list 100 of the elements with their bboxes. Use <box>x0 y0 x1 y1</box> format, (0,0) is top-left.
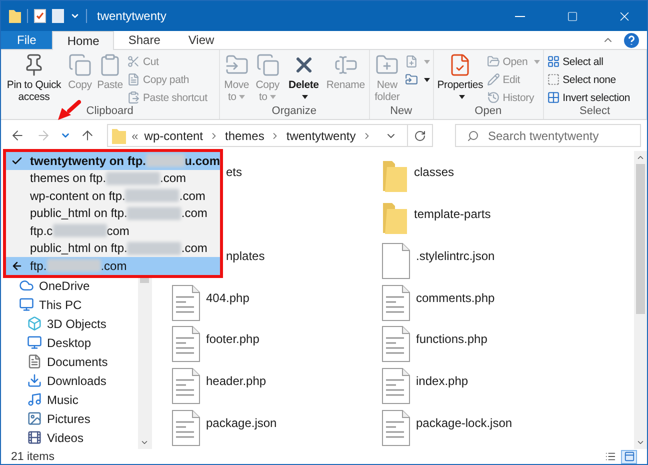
ribbon-button[interactable]: Properties <box>436 52 485 103</box>
refresh-icon <box>414 130 426 142</box>
file-name[interactable]: footer.php <box>206 332 260 346</box>
copy-icon <box>256 53 280 77</box>
cloud-icon <box>19 278 34 293</box>
text-file-icon <box>172 284 200 321</box>
ribbon-button[interactable]: Invert selection <box>546 89 632 106</box>
pencil-icon <box>486 73 500 86</box>
back-arrow-icon <box>11 260 23 272</box>
sidebar-item[interactable]: This PC <box>1 295 138 314</box>
text-file-icon <box>172 368 200 404</box>
file-name[interactable]: template-parts <box>414 206 491 221</box>
history-menu-item[interactable]: ftp.c com <box>6 222 220 240</box>
film-icon <box>27 430 42 445</box>
breadcrumb[interactable]: themes <box>225 128 264 142</box>
file-name[interactable]: package.json <box>206 416 277 430</box>
ribbon-tab[interactable]: File <box>1 31 52 49</box>
group-label: Organize <box>272 105 316 119</box>
back-icon <box>10 128 26 143</box>
sidebar-item[interactable]: Desktop <box>1 333 138 352</box>
desktop-icon <box>27 335 42 350</box>
breadcrumb[interactable]: wp-content <box>144 128 203 142</box>
sidebar-item[interactable]: Videos <box>1 428 138 447</box>
search-field[interactable]: Search twentytwenty <box>455 124 641 147</box>
annotation-arrow <box>57 100 81 121</box>
redacted-block <box>127 206 182 220</box>
folder-link-icon <box>404 73 418 86</box>
scrollbar[interactable] <box>634 151 647 449</box>
breadcrumb[interactable]: twentytwenty <box>286 128 356 142</box>
group-label: Clipboard <box>86 105 134 119</box>
text-file-icon <box>382 410 410 446</box>
item-count: 21 items <box>11 450 54 462</box>
file-name[interactable]: header.php <box>206 374 266 388</box>
scroll-down-icon[interactable] <box>636 438 645 447</box>
folder-open-icon <box>486 55 500 68</box>
file-name[interactable]: .stylelintrc.json <box>416 248 495 263</box>
redacted-block <box>52 224 107 238</box>
redacted-block <box>46 259 101 272</box>
scissors-icon <box>127 55 140 68</box>
caret-icon[interactable] <box>70 11 80 21</box>
ribbon-tab[interactable]: View <box>174 31 228 49</box>
check-icon <box>11 155 23 167</box>
search-icon <box>467 130 479 142</box>
dashed-square-icon <box>546 73 560 86</box>
redacted-block <box>125 189 180 202</box>
sidebar-item[interactable]: Music <box>1 390 138 409</box>
ribbon-button[interactable]: Delete <box>284 52 324 103</box>
redacted-block <box>146 154 185 168</box>
ribbon-button[interactable]: Pin to Quick access <box>3 52 65 103</box>
view-button[interactable] <box>621 450 637 464</box>
address-bar[interactable]: « wp-content themes twentytwenty <box>106 124 433 147</box>
blank-file-icon <box>382 242 410 279</box>
document-icon <box>27 354 42 369</box>
file-name[interactable]: ets <box>226 165 242 179</box>
history-menu-item[interactable]: public_html on ftp. .com <box>6 204 220 222</box>
history-menu-item[interactable]: ftp. .com <box>6 257 220 274</box>
group-label: Open <box>474 105 502 119</box>
document-icon <box>127 73 140 86</box>
file-name[interactable]: index.php <box>416 374 468 388</box>
text-file-icon <box>172 326 200 362</box>
tiles-view-icon <box>624 451 634 462</box>
cube-icon <box>27 316 42 331</box>
scrollbar-thumb[interactable] <box>636 164 645 314</box>
sidebar-item[interactable]: Pictures <box>1 409 138 428</box>
breadcrumb-overflow[interactable]: « <box>132 128 138 142</box>
scroll-down-icon[interactable] <box>140 438 149 447</box>
ribbon-button[interactable]: Select all <box>546 53 632 70</box>
sidebar-item[interactable]: Downloads <box>1 371 138 390</box>
maximize-icon <box>566 10 578 22</box>
file-name[interactable]: nplates <box>226 248 265 263</box>
file-name[interactable]: package-lock.json <box>416 416 512 430</box>
forward-icon <box>36 128 51 143</box>
history-menu-item[interactable]: wp-content on ftp. .com <box>6 187 220 204</box>
ribbon-button[interactable]: Select none <box>546 71 632 88</box>
file-name[interactable]: 404.php <box>206 290 250 305</box>
ribbon-tab[interactable]: Share <box>114 31 174 49</box>
grid-icon <box>546 91 560 104</box>
file-name[interactable]: functions.php <box>416 332 488 346</box>
group-label: Select <box>580 105 610 119</box>
help-icon[interactable] <box>624 32 639 48</box>
text-file-icon <box>382 326 410 362</box>
history-icon <box>486 91 500 104</box>
ribbon-tab[interactable]: Home <box>52 31 114 50</box>
text-file-icon <box>172 410 200 446</box>
scroll-up-icon[interactable] <box>636 153 645 162</box>
paste-icon <box>127 91 140 104</box>
copy-icon <box>68 53 92 77</box>
file-name[interactable]: classes <box>414 165 454 179</box>
folder-arrow-icon <box>224 53 249 77</box>
history-menu-item[interactable]: twentytwenty on ftp. u.com <box>6 152 220 170</box>
sidebar-item[interactable]: Documents <box>1 352 138 371</box>
history-menu-item[interactable]: public_html on ftp. .com <box>6 240 220 257</box>
file-name[interactable]: comments.php <box>416 290 495 305</box>
redacted-block <box>127 242 182 255</box>
group-label: New <box>390 105 412 119</box>
file-plus-icon <box>404 55 418 68</box>
checked-document-icon[interactable] <box>34 9 46 23</box>
sidebar-item[interactable]: 3D Objects <box>1 314 138 333</box>
history-menu-item[interactable]: themes on ftp. .com <box>6 170 220 187</box>
sidebar-item[interactable]: OneDrive <box>1 276 138 295</box>
